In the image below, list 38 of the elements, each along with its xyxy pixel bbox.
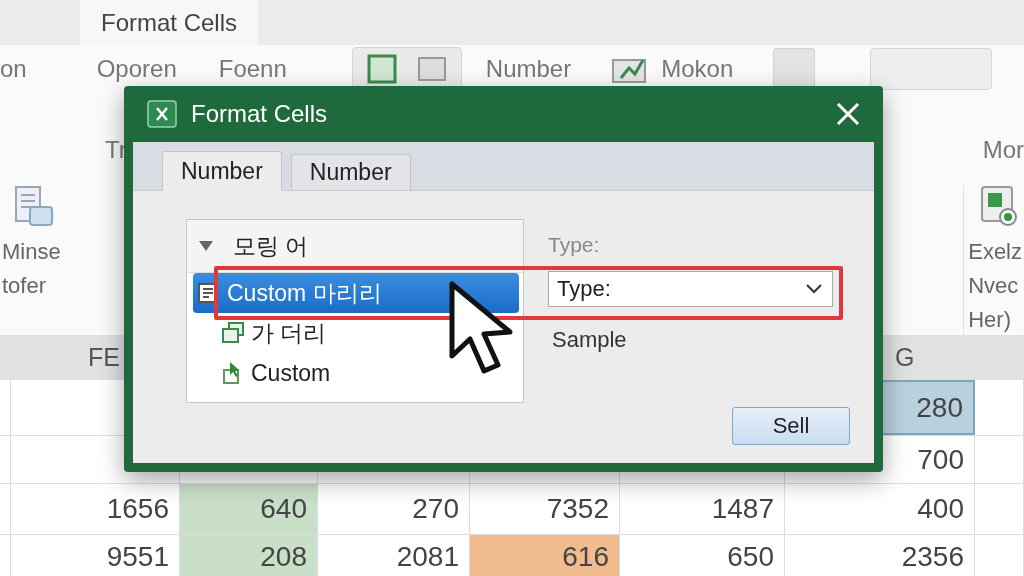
- table-cell: 1487: [620, 484, 785, 534]
- windows-icon: [221, 321, 245, 345]
- type-label: Type:: [548, 232, 601, 258]
- ribbon-label[interactable]: Oporen: [96, 55, 177, 83]
- ribbon-label[interactable]: Foenn: [218, 55, 287, 83]
- table-cell: 650: [620, 535, 785, 576]
- ribbon-label[interactable]: on: [0, 55, 27, 83]
- ribbon-label[interactable]: tofer: [2, 271, 47, 301]
- list-item[interactable]: Custom 마리리: [193, 273, 519, 313]
- table-cell: 616: [470, 535, 620, 576]
- dialog-title: Format Cells: [191, 100, 329, 128]
- type-dropdown[interactable]: Type:: [548, 271, 833, 307]
- table-cell: 400: [785, 484, 975, 534]
- dialog-tab[interactable]: Number: [290, 154, 411, 190]
- ribbon-field[interactable]: [870, 48, 993, 90]
- table-cell: 208: [180, 535, 318, 576]
- chevron-down-icon: [806, 284, 822, 294]
- sample-label: Sample: [552, 327, 628, 353]
- ribbon-label[interactable]: Her): [968, 305, 1011, 335]
- dialog-tab[interactable]: Number: [162, 151, 282, 191]
- expand-triangle-icon: [199, 241, 213, 251]
- document-icon: [14, 185, 54, 229]
- ribbon-label[interactable]: Minse: [2, 237, 61, 267]
- sell-button[interactable]: Sell: [732, 407, 850, 445]
- ribbon-label[interactable]: Mor: [982, 136, 1024, 164]
- ribbon-tab[interactable]: Format Cells: [80, 0, 258, 45]
- tree-group[interactable]: 모링 어: [187, 220, 523, 273]
- ribbon-label[interactable]: Number: [485, 55, 572, 83]
- table-cell: 2356: [785, 535, 975, 576]
- ribbon-label[interactable]: Mokon: [661, 55, 734, 83]
- ribbon-label[interactable]: Tr: [105, 136, 127, 164]
- list-item[interactable]: Custom: [193, 353, 519, 393]
- image-icon: [416, 54, 447, 84]
- spreadsheet-logo-icon: [147, 100, 177, 128]
- table-icon: [366, 54, 397, 84]
- table-cell: 640: [180, 484, 318, 534]
- ribbon-label[interactable]: Exelz: [968, 237, 1022, 267]
- ribbon-label[interactable]: Nvec: [968, 271, 1019, 301]
